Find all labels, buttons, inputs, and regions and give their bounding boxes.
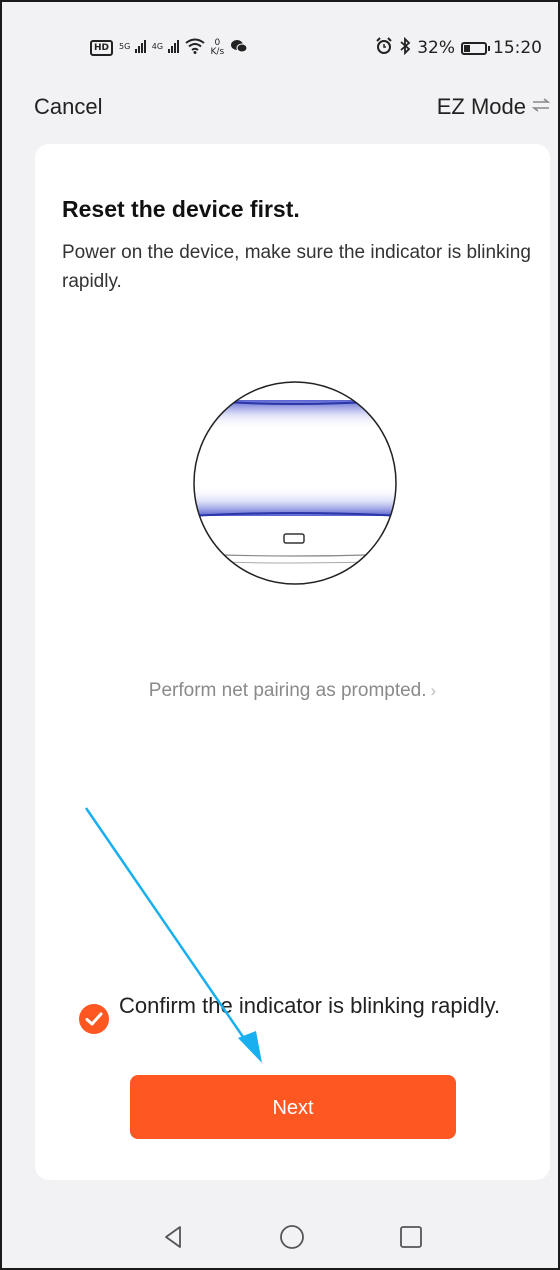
wifi-icon bbox=[184, 38, 205, 58]
signal-5g-icon: 5G bbox=[119, 39, 146, 57]
status-time: 15:20 bbox=[493, 38, 542, 58]
system-nav-bar bbox=[2, 1210, 558, 1268]
phone-screen: HD 5G 4G 0 K/s 32% 15:20 Cancel EZ Mode … bbox=[0, 0, 560, 1270]
battery-percent: 32% bbox=[417, 38, 455, 58]
hd-icon: HD bbox=[90, 40, 114, 56]
alarm-icon bbox=[375, 37, 393, 59]
ez-mode-switch[interactable]: EZ Mode bbox=[436, 94, 551, 120]
netspeed-icon: 0 K/s bbox=[210, 38, 225, 57]
mode-label: EZ Mode bbox=[436, 94, 526, 119]
swap-icon bbox=[531, 97, 551, 117]
bluetooth-icon bbox=[399, 36, 411, 59]
net-pairing-link[interactable]: Perform net pairing as prompted. › bbox=[35, 680, 550, 702]
next-button[interactable]: Next bbox=[130, 1075, 456, 1139]
recents-icon[interactable] bbox=[394, 1220, 428, 1254]
signal-4g-icon: 4G bbox=[152, 39, 179, 57]
page-title: Reset the device first. bbox=[62, 196, 300, 222]
status-right-icons: 32% 15:20 bbox=[375, 36, 542, 59]
battery-icon bbox=[461, 41, 490, 55]
device-indicator-illustration bbox=[190, 378, 400, 588]
chevron-right-icon: › bbox=[430, 681, 437, 700]
status-bar: HD 5G 4G 0 K/s 32% 15:20 bbox=[2, 2, 558, 82]
back-icon[interactable] bbox=[156, 1220, 190, 1254]
wechat-icon bbox=[230, 39, 248, 57]
cancel-button[interactable]: Cancel bbox=[34, 94, 102, 120]
instruction-text: Power on the device, make sure the indic… bbox=[62, 242, 531, 292]
net-pairing-label: Perform net pairing as prompted. bbox=[148, 680, 427, 701]
confirm-label: Confirm the indicator is blinking rapidl… bbox=[119, 993, 501, 1018]
top-bar: Cancel EZ Mode bbox=[2, 82, 558, 132]
home-icon[interactable] bbox=[275, 1220, 309, 1254]
checkmark-icon[interactable] bbox=[79, 1004, 109, 1034]
status-left-icons: HD 5G 4G 0 K/s bbox=[90, 38, 248, 58]
instruction-card: Reset the device first. Power on the dev… bbox=[35, 144, 550, 1180]
